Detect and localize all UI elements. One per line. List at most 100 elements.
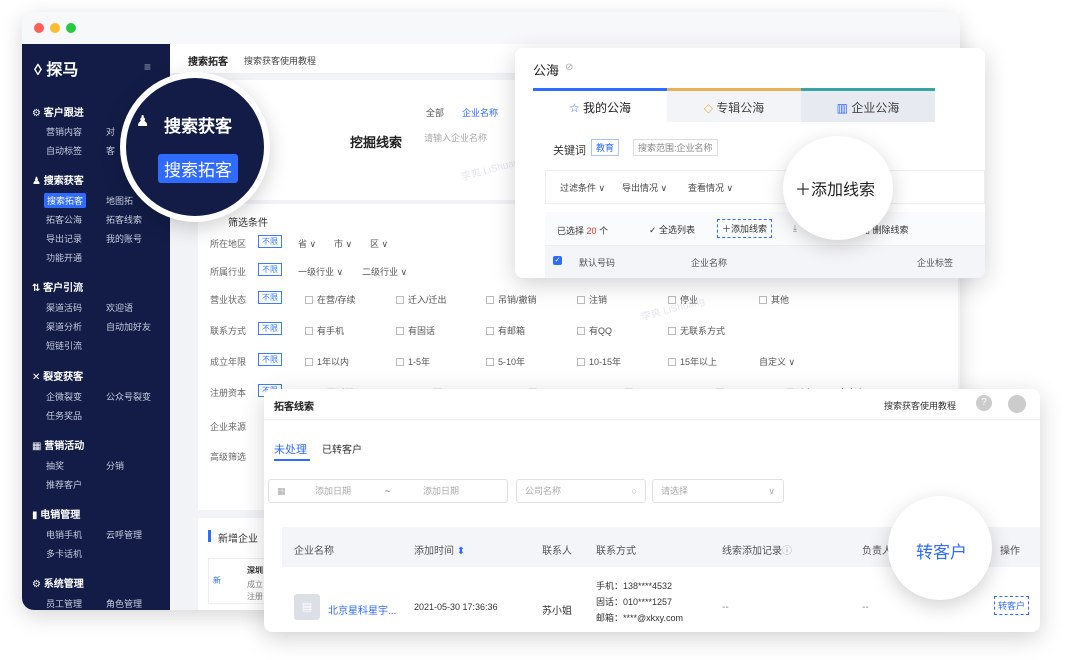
unlimited-tag[interactable]: 不限 — [258, 322, 282, 335]
tab-all[interactable]: 全部 — [426, 106, 444, 119]
company-link[interactable]: 北京星科星宇... — [328, 602, 396, 617]
sidebar-item[interactable]: 渠道分析 — [46, 320, 82, 333]
sidebar-item[interactable]: 导出记录 — [46, 232, 82, 245]
filter-option[interactable]: 二级行业 ∨ — [362, 265, 407, 278]
filter-option[interactable]: 市 ∨ — [334, 237, 352, 250]
checkbox[interactable] — [759, 296, 767, 304]
filter-option[interactable]: 有邮箱 — [486, 324, 525, 337]
add-leads-bubble-label[interactable]: ＋添加线索 — [795, 176, 875, 200]
filter-option[interactable]: 注销 — [577, 293, 607, 306]
filter-dropdown[interactable]: 过滤条件 ∨ — [560, 181, 605, 194]
sidebar-item[interactable]: 地图拓 — [106, 194, 133, 207]
sidebar-item-search-prospect[interactable]: 搜索拓客 — [44, 193, 87, 208]
checkbox[interactable] — [486, 327, 494, 335]
add-leads-button[interactable]: ＋添加线索 — [717, 219, 773, 238]
export-dropdown[interactable]: 导出情况 ∨ — [622, 181, 667, 194]
sidebar-section-search[interactable]: ♟ 搜索获客 — [32, 172, 84, 187]
tab-company-name[interactable]: 企业名称 — [462, 106, 498, 119]
view-dropdown[interactable]: 查看情况 ∨ — [688, 181, 733, 194]
filter-option[interactable]: 1年以内 — [305, 355, 349, 368]
filter-option[interactable]: 1-5年 — [396, 355, 430, 368]
sidebar-item[interactable]: 抽奖 — [46, 459, 64, 472]
sidebar-item[interactable]: 任务奖品 — [46, 409, 82, 422]
tab-album-sea[interactable]: ◇ 专辑公海 — [667, 88, 801, 122]
checkbox[interactable] — [396, 327, 404, 335]
filter-option[interactable]: 区 ∨ — [370, 237, 388, 250]
filter-option[interactable]: 15年以上 — [668, 355, 717, 368]
unlimited-tag[interactable]: 不限 — [258, 353, 282, 366]
filter-option[interactable]: 迁入/迁出 — [396, 293, 447, 306]
sidebar-item[interactable]: 拓客线索 — [106, 213, 142, 226]
convert-customer-button[interactable]: 转客户 — [994, 596, 1030, 615]
scope-tag[interactable]: 搜索范围:企业名称 — [633, 139, 718, 156]
sidebar-item[interactable]: 自动标签 — [46, 144, 82, 157]
help-icon[interactable]: ⊘ — [565, 62, 573, 73]
menu-toggle-icon[interactable]: ≡ — [144, 60, 151, 74]
sidebar-item[interactable]: 欢迎语 — [106, 301, 133, 314]
checkbox[interactable] — [668, 327, 676, 335]
avatar[interactable] — [1008, 395, 1026, 413]
sidebar-item[interactable]: 角色管理 — [106, 597, 142, 610]
sidebar-section-fission[interactable]: ✕ 裂变获客 — [32, 368, 83, 383]
checkbox[interactable] — [305, 327, 313, 335]
unlimited-tag[interactable]: 不限 — [258, 291, 282, 304]
date-range-input[interactable]: ▦ 添加日期 ~ 添加日期 — [268, 479, 508, 503]
sidebar-item[interactable]: 企微裂变 — [46, 390, 82, 403]
checkbox[interactable] — [396, 358, 404, 366]
filter-option[interactable]: 一级行业 ∨ — [298, 265, 343, 278]
status-select[interactable]: 请选择 ∨ — [652, 479, 784, 503]
keyword-tag[interactable]: 教育 — [591, 139, 620, 156]
filter-option[interactable]: 自定义 ∨ — [759, 355, 795, 368]
sidebar-item[interactable]: 渠道活码 — [46, 301, 82, 314]
col-add-time[interactable]: 添加时间 ⬍ — [414, 542, 465, 557]
filter-option[interactable]: 省 ∨ — [298, 237, 316, 250]
sidebar-item[interactable]: 拓客公海 — [46, 213, 82, 226]
sidebar-item[interactable]: 公众号裂变 — [106, 390, 151, 403]
minimize-window-button[interactable] — [50, 23, 60, 33]
company-search-input[interactable]: 公司名称 ○ — [516, 479, 646, 503]
filter-option[interactable]: 在营/存续 — [305, 293, 356, 306]
close-window-button[interactable] — [34, 23, 44, 33]
checkbox[interactable] — [577, 296, 585, 304]
filter-option[interactable]: 5-10年 — [486, 355, 525, 368]
sidebar-item[interactable]: 分销 — [106, 459, 124, 472]
filter-option[interactable]: 吊销/撤销 — [486, 293, 537, 306]
sidebar-item[interactable]: 多卡话机 — [46, 547, 82, 560]
checkbox[interactable] — [577, 358, 585, 366]
tab-converted[interactable]: 已转客户 — [322, 441, 362, 456]
download-icon[interactable]: ⤓ — [793, 223, 797, 234]
checkbox[interactable] — [305, 358, 313, 366]
sidebar-item[interactable]: 云呼管理 — [106, 528, 142, 541]
filter-option[interactable]: 10-15年 — [577, 355, 621, 368]
checkbox[interactable] — [396, 296, 404, 304]
checkbox[interactable] — [668, 358, 676, 366]
sidebar-item[interactable]: 功能开通 — [46, 251, 82, 264]
sidebar-section-system[interactable]: ⚙ 系统管理 — [32, 575, 84, 590]
checkbox[interactable] — [577, 327, 585, 335]
sidebar-item[interactable]: 客 — [106, 144, 115, 157]
bubble-search-button[interactable]: 搜索拓客 — [158, 154, 238, 183]
filter-option[interactable]: 有QQ — [577, 324, 612, 337]
sidebar-item[interactable]: 对 — [106, 125, 115, 138]
checkbox[interactable] — [486, 358, 494, 366]
tab-unprocessed[interactable]: 未处理 — [274, 441, 307, 457]
select-all-button[interactable]: ✓ 全选列表 — [649, 223, 695, 236]
sidebar-item[interactable]: 自动加好友 — [106, 320, 151, 333]
tutorial-link[interactable]: 搜索获客使用教程 — [884, 399, 956, 412]
help-icon[interactable]: ? — [976, 395, 992, 411]
header-checkbox[interactable]: ✓ — [553, 256, 562, 265]
filter-option[interactable]: 有固话 — [396, 324, 435, 337]
sidebar-item[interactable]: 电销手机 — [46, 528, 82, 541]
filter-option[interactable]: 有手机 — [305, 324, 344, 337]
sidebar-section-campaign[interactable]: ▦ 营销活动 — [32, 437, 84, 452]
maximize-window-button[interactable] — [66, 23, 76, 33]
convert-bubble-label[interactable]: 转客户 — [916, 538, 967, 563]
unlimited-tag[interactable]: 不限 — [258, 235, 282, 248]
sidebar-section-traffic[interactable]: ⇅ 客户引流 — [32, 279, 83, 294]
checkbox[interactable] — [486, 296, 494, 304]
sidebar-item[interactable]: 推荐客户 — [46, 478, 82, 491]
sidebar-section-telesales[interactable]: ▮ 电销管理 — [32, 506, 80, 521]
sidebar-section-follow[interactable]: ⚙ 客户跟进 — [32, 104, 84, 119]
tutorial-link[interactable]: 搜索获客使用教程 — [244, 54, 316, 67]
sidebar-item[interactable]: 我的账号 — [106, 232, 142, 245]
